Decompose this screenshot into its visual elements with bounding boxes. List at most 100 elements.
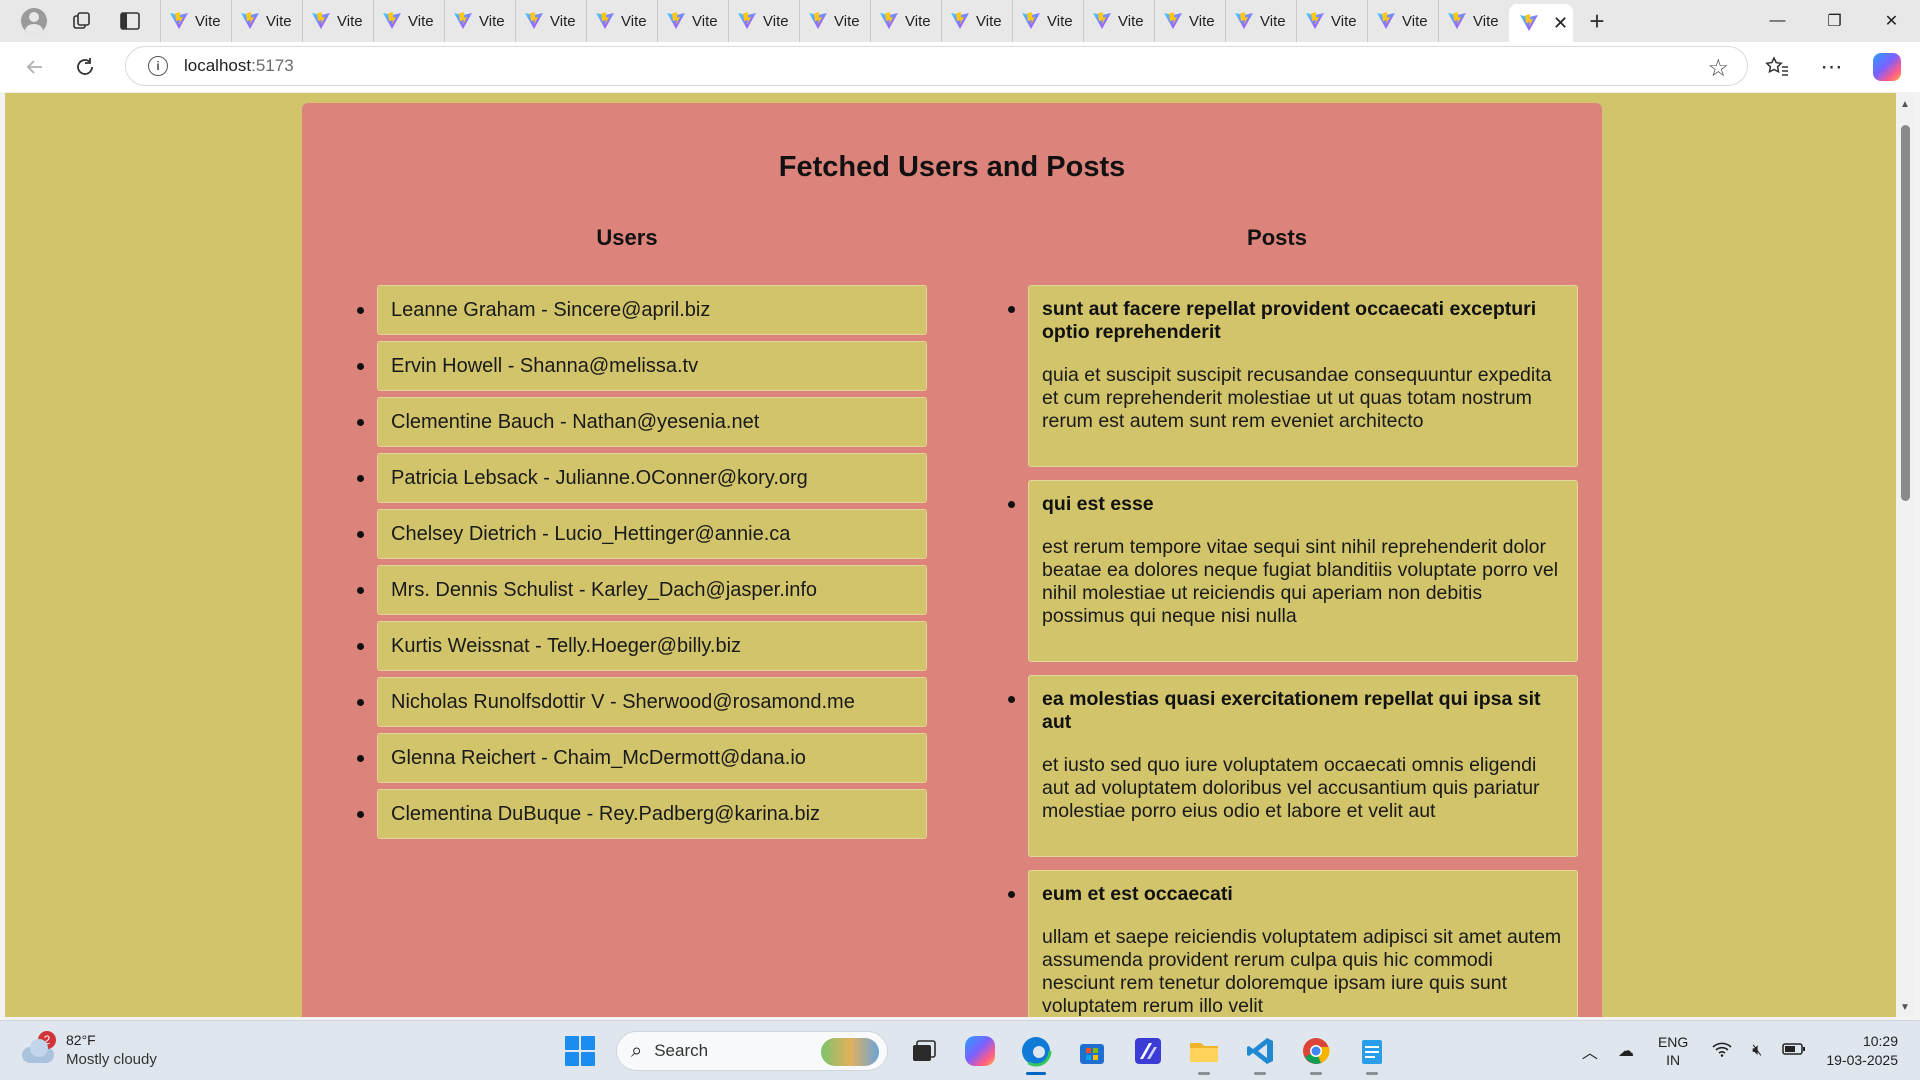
tab-vite[interactable]: Vite [1296,0,1367,42]
tab-label: Vite [1118,12,1144,30]
vertical-tabs-icon[interactable] [106,0,154,42]
tab-vite[interactable]: Vite [373,0,444,42]
scroll-up-arrow-icon[interactable]: ▲ [1900,99,1910,110]
onedrive-status-icon[interactable]: ☁ [1608,1041,1644,1061]
tab-vite[interactable]: Vite [941,0,1012,42]
url-host: localhost [184,56,252,75]
tab-label: Vite [834,12,860,30]
vite-logo-icon [808,11,828,31]
input-language[interactable]: ENG IN [1644,1033,1702,1069]
favorite-star-icon[interactable]: ☆ [1707,54,1729,83]
post-list-item: eum et est occaecati ullam et saepe reic… [1008,870,1578,1017]
post-body: et iusto sed quo iure voluptatem occaeca… [1042,754,1540,822]
tab-vite[interactable]: Vite [1083,0,1154,42]
content-panel: Fetched Users and Posts Users Posts Lean… [302,103,1602,1017]
task-view-icon[interactable] [896,1029,952,1073]
tab-vite[interactable]: Vite [444,0,515,42]
user-list-item: Glenna Reichert - Chaim_McDermott@dana.i… [357,733,927,783]
post-title: ea molestias quasi exercitationem repell… [1042,688,1541,733]
scroll-thumb[interactable] [1901,125,1910,501]
page-scrollbar[interactable]: ▲ ▼ [1896,93,1914,1017]
user-list-item: Clementina DuBuque - Rey.Padberg@karina.… [357,789,927,839]
start-windows-icon[interactable] [552,1029,608,1073]
tab-vite[interactable]: Vite [1154,0,1225,42]
tab-vite[interactable]: Vite [799,0,870,42]
window-controls: — ❐ ✕ [1749,0,1920,42]
post-title: qui est esse [1042,493,1154,515]
browser-tab-strip: Vite Vite Vite Vite Vite Vite Vite Vite Vite Vite… [0,0,1920,42]
taskbar-search[interactable]: ⌕ Search [616,1031,888,1071]
close-window-button[interactable]: ✕ [1863,0,1920,42]
post-body: est rerum tempore vitae sequi sint nihil… [1042,536,1559,627]
favorites-icon[interactable] [1749,45,1804,89]
tab-vite[interactable]: Vite [728,0,799,42]
tab-vite[interactable]: Vite [586,0,657,42]
post-body: quia et suscipit suscipit recusandae con… [1042,364,1552,432]
users-list: Leanne Graham - Sincere@april.biz Ervin … [357,285,927,845]
scroll-down-arrow-icon[interactable]: ▼ [1900,1002,1910,1013]
post-title: sunt aut facere repellat provident occae… [1042,298,1537,343]
vite-logo-icon [595,11,615,31]
post-body: ullam et saepe reiciendis voluptatem adi… [1042,926,1562,1017]
tab-vite[interactable]: Vite [515,0,586,42]
workspaces-icon[interactable] [58,0,106,42]
clock-date: 19-03-2025 [1826,1052,1898,1068]
user-list-item: Mrs. Dennis Schulist - Karley_Dach@jaspe… [357,565,927,615]
tab-vite[interactable]: Vite [1012,0,1083,42]
show-hidden-icons-chevron-icon[interactable]: ︿ [1572,1039,1608,1063]
close-tab-icon[interactable]: ✕ [1553,13,1568,34]
browser-toolbar: i localhost:5173 ☆ ⋯ [0,42,1920,92]
wifi-icon[interactable] [1702,1041,1742,1062]
notepad-icon[interactable] [1344,1029,1400,1075]
post-list-item: ea molestias quasi exercitationem repell… [1008,675,1578,857]
restore-button[interactable]: ❐ [1806,0,1863,42]
tab-vite[interactable]: Vite [657,0,728,42]
vite-logo-icon [1163,11,1183,31]
site-info-icon[interactable]: i [148,56,168,76]
tab-vite[interactable]: Vite [302,0,373,42]
windows-taskbar: 2 82°F Mostly cloudy ⌕ Search ︿ ☁ ENG IN… [0,1020,1920,1080]
more-options-icon[interactable]: ⋯ [1804,45,1859,89]
tab-label: Vite [1473,12,1499,30]
vite-logo-icon [382,11,402,31]
tab-vite[interactable]: Vite [160,0,231,42]
reload-icon[interactable] [60,45,110,89]
language-code: ENG [1657,1034,1689,1050]
volume-muted-icon[interactable]: 🔇︎ [1742,1042,1772,1060]
tab-vite[interactable]: Vite [1438,0,1509,42]
tab-vite[interactable]: Vite [1367,0,1438,42]
url-port: :5173 [251,56,294,75]
microsoft-store-icon[interactable] [1064,1029,1120,1073]
file-explorer-icon[interactable] [1176,1029,1232,1075]
edge-browser-icon[interactable] [1008,1029,1064,1075]
minimize-button[interactable]: — [1749,0,1806,42]
posts-heading: Posts [1247,225,1307,250]
tab-vite[interactable]: Vite [231,0,302,42]
weather-widget[interactable]: 2 82°F Mostly cloudy [20,1031,157,1069]
cloud-icon: 2 [20,1031,56,1063]
vscode-icon[interactable] [1232,1029,1288,1075]
copilot-app-icon[interactable] [952,1029,1008,1073]
tab-vite[interactable]: Vite [870,0,941,42]
powerapps-icon[interactable] [1120,1029,1176,1073]
address-bar[interactable]: i localhost:5173 ☆ [125,46,1748,86]
user-list-item: Clementine Bauch - Nathan@yesenia.net [357,397,927,447]
tab-list: Vite Vite Vite Vite Vite Vite Vite Vite Vite Vite… [160,0,1573,42]
clock-time: 10:29 [1862,1033,1898,1049]
battery-icon[interactable] [1772,1042,1816,1061]
new-tab-button[interactable]: + [1573,0,1621,42]
back-arrow-icon[interactable] [10,45,60,89]
vite-logo-icon [1021,11,1041,31]
vite-logo-icon [524,11,544,31]
tab-active[interactable]: ✕ [1509,4,1573,42]
profile-avatar-icon[interactable] [10,0,58,42]
posts-list: sunt aut facere repellat provident occae… [1008,285,1578,1017]
chrome-icon[interactable] [1288,1029,1344,1075]
taskbar-clock[interactable]: 10:29 19-03-2025 [1816,1032,1920,1070]
copilot-icon[interactable] [1859,45,1914,89]
tab-label: Vite [976,12,1002,30]
vite-logo-icon [1234,11,1254,31]
tab-label: Vite [337,12,363,30]
tab-vite[interactable]: Vite [1225,0,1296,42]
tab-label: Vite [905,12,931,30]
